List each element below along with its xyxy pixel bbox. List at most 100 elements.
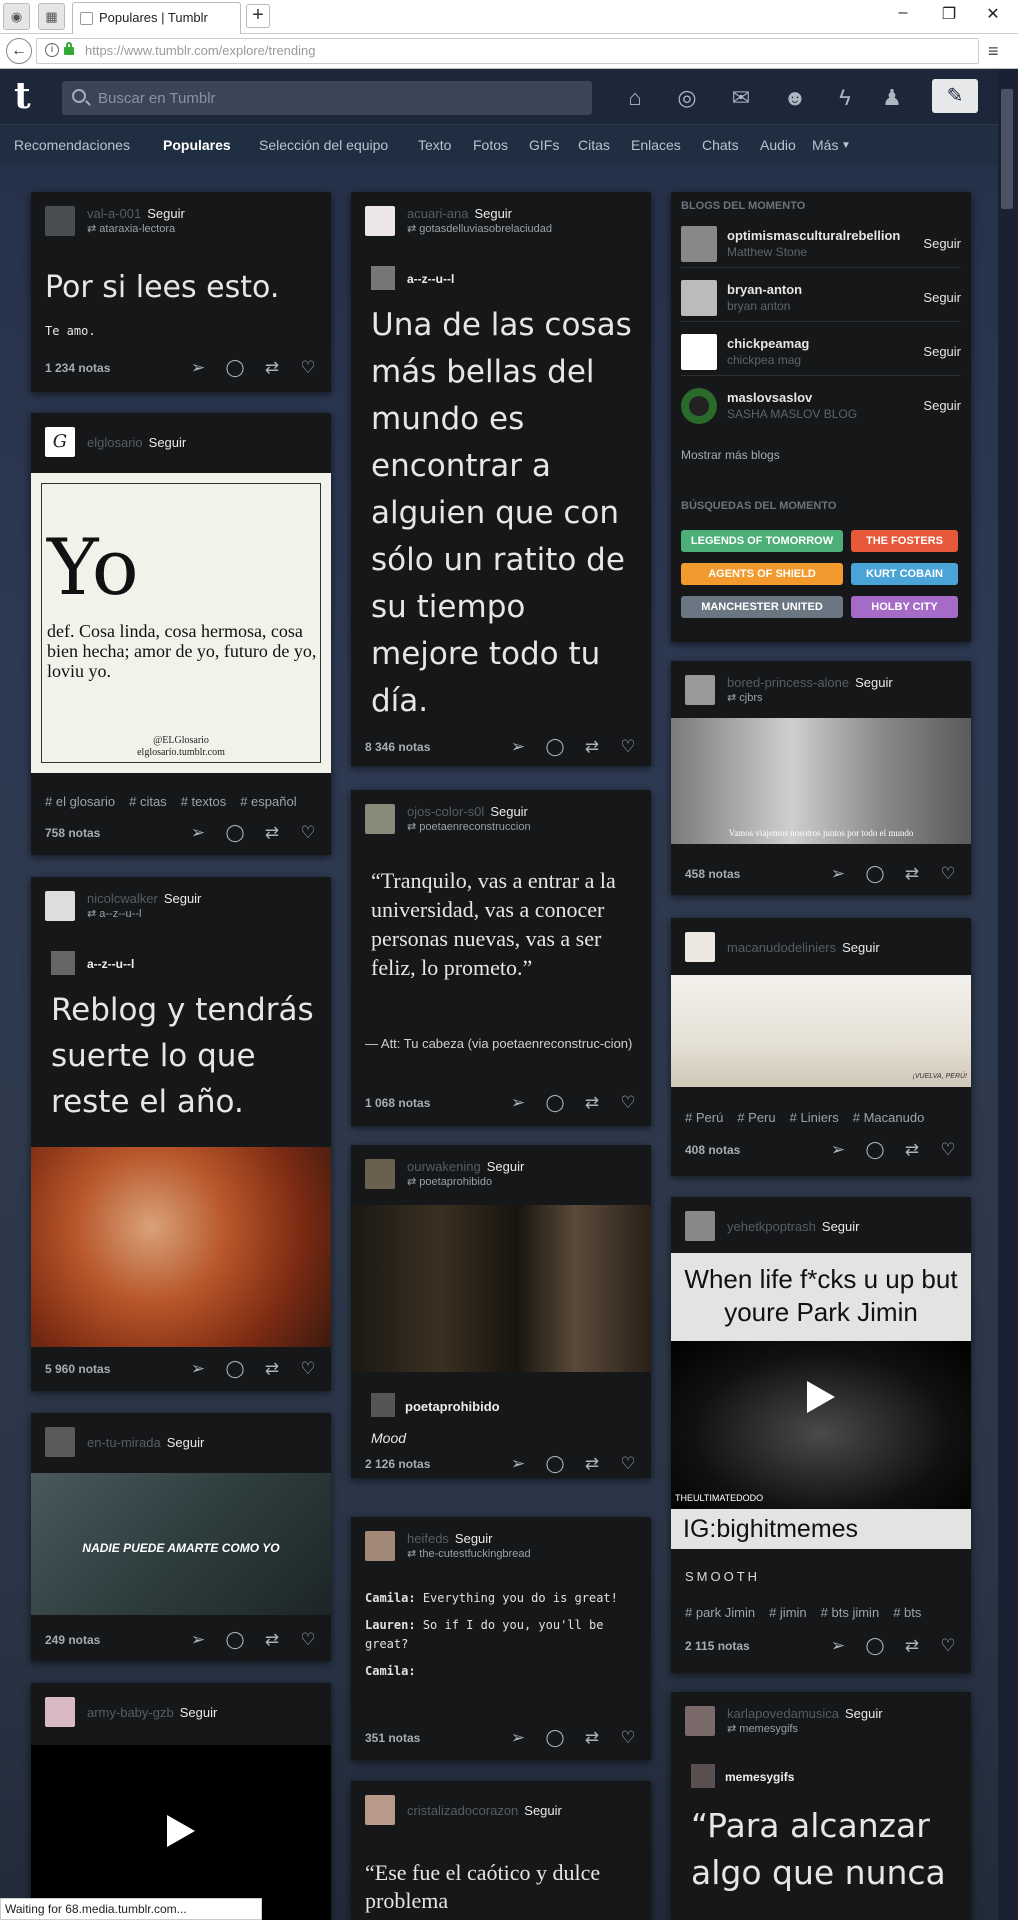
search-input[interactable]: Buscar en Tumblr <box>62 81 592 115</box>
browser-tab[interactable]: Populares | Tumblr <box>72 2 241 34</box>
menu-icon[interactable]: ≡ <box>988 41 1006 62</box>
chevron-down-icon[interactable]: ▼ <box>841 140 851 151</box>
post-username[interactable]: karlapovedamusica Seguir <box>727 1706 883 1721</box>
reply-icon[interactable]: ◯ <box>224 357 246 379</box>
follow-button[interactable]: Seguir <box>923 236 961 251</box>
ladybugs-photo[interactable] <box>31 1147 331 1347</box>
follow-button[interactable]: Seguir <box>855 675 893 690</box>
avatar[interactable] <box>371 1393 395 1417</box>
trending-search-pill[interactable]: MANCHESTER UNITED <box>681 596 843 618</box>
follow-button[interactable]: Seguir <box>149 435 187 450</box>
tag[interactable]: # citas <box>129 794 167 809</box>
tag[interactable]: # el glosario <box>45 794 115 809</box>
reblog-icon[interactable]: ⇄ <box>581 1727 603 1749</box>
reblog-icon[interactable]: ⇄ <box>261 822 283 844</box>
post-username[interactable]: yehetkpoptrash Seguir <box>727 1219 859 1234</box>
trending-search-pill[interactable]: AGENTS OF SHIELD <box>681 563 843 585</box>
reblog-source[interactable]: ⇄ poetaenreconstruccion <box>407 820 531 833</box>
notes-count[interactable]: 351 notas <box>365 1731 420 1745</box>
nav-populares[interactable]: Populares <box>163 137 231 153</box>
reply-icon[interactable]: ◯ <box>544 1727 566 1749</box>
reply-icon[interactable]: ◯ <box>864 1139 886 1161</box>
like-heart-icon[interactable]: ♡ <box>297 1358 319 1380</box>
reply-icon[interactable]: ◯ <box>544 736 566 758</box>
avatar[interactable] <box>365 804 395 834</box>
tumblr-logo[interactable]: t <box>14 78 44 114</box>
nav-enlaces[interactable]: Enlaces <box>631 137 681 153</box>
reblog-icon[interactable]: ⇄ <box>581 1092 603 1114</box>
follow-button[interactable]: Seguir <box>164 891 202 906</box>
post-image[interactable]: Vamos viajemos nosotros juntos por todo … <box>671 718 971 844</box>
reblog-username[interactable]: a--z--u--l <box>407 272 454 286</box>
reply-icon[interactable]: ◯ <box>224 1358 246 1380</box>
close-icon[interactable]: ✕ <box>978 4 1008 24</box>
trending-search-pill[interactable]: THE FOSTERS <box>851 530 958 552</box>
reblog-source[interactable]: ⇄ ataraxia-lectora <box>87 222 175 235</box>
reply-icon[interactable]: ◯ <box>864 863 886 885</box>
nav-recomendaciones[interactable]: Recomendaciones <box>14 137 130 153</box>
reblog-source[interactable]: ⇄ poetaprohibido <box>407 1175 492 1188</box>
avatar[interactable] <box>365 1795 395 1825</box>
reblog-icon[interactable]: ⇄ <box>261 1629 283 1651</box>
follow-button[interactable]: Seguir <box>490 804 528 819</box>
notes-count[interactable]: 249 notas <box>45 1633 100 1647</box>
reply-icon[interactable]: ◯ <box>544 1092 566 1114</box>
reblog-icon[interactable]: ⇄ <box>261 357 283 379</box>
avatar[interactable] <box>691 1764 715 1788</box>
share-icon[interactable]: ➢ <box>507 1727 529 1749</box>
tab-group-icon[interactable]: ◉ <box>3 3 30 30</box>
reblog-source[interactable]: ⇄ a--z--u--l <box>87 907 141 920</box>
home-icon[interactable]: ⌂ <box>620 83 650 113</box>
scrollbar-thumb[interactable] <box>1001 89 1013 209</box>
trending-blog-row[interactable]: maslovsaslov SASHA MASLOV BLOG Seguir <box>681 378 961 430</box>
reblog-username[interactable]: poetaprohibido <box>405 1399 500 1414</box>
post-username[interactable]: army-baby-gzb Seguir <box>87 1705 217 1720</box>
post-image[interactable]: ¡VUELVA, PERÚ! <box>671 975 971 1087</box>
avatar[interactable] <box>51 951 75 975</box>
notes-count[interactable]: 2 126 notas <box>365 1457 430 1471</box>
follow-button[interactable]: Seguir <box>923 398 961 413</box>
tag[interactable]: # textos <box>181 794 227 809</box>
notes-count[interactable]: 8 346 notas <box>365 740 430 754</box>
post-username[interactable]: en-tu-mirada Seguir <box>87 1435 204 1450</box>
tag[interactable]: # bts <box>893 1605 921 1620</box>
follow-button[interactable]: Seguir <box>923 290 961 305</box>
share-icon[interactable]: ➢ <box>187 1629 209 1651</box>
nav-fotos[interactable]: Fotos <box>473 137 508 153</box>
share-icon[interactable]: ➢ <box>827 863 849 885</box>
post-username[interactable]: macanudodeliniers Seguir <box>727 940 880 955</box>
reblog-source[interactable]: ⇄ gotasdelluviasobrelaciudad <box>407 222 552 235</box>
nav-audio[interactable]: Audio <box>760 137 796 153</box>
avatar[interactable] <box>365 1159 395 1189</box>
video-player[interactable]: THEULTIMATEDODO <box>671 1341 971 1509</box>
reblog-source[interactable]: ⇄ memesygifs <box>727 1722 798 1735</box>
reblog-icon[interactable]: ⇄ <box>901 1139 923 1161</box>
reply-icon[interactable]: ◯ <box>224 1629 246 1651</box>
nav-seleccion[interactable]: Selección del equipo <box>259 137 388 153</box>
explore-compass-icon[interactable]: ◎ <box>672 83 702 113</box>
notes-count[interactable]: 458 notas <box>685 867 740 881</box>
post-username[interactable]: cristalizadocorazon Seguir <box>407 1803 562 1818</box>
info-icon[interactable]: i <box>45 43 59 57</box>
like-heart-icon[interactable]: ♡ <box>617 1092 639 1114</box>
tag[interactable]: # Peru <box>737 1110 775 1125</box>
share-icon[interactable]: ➢ <box>187 357 209 379</box>
gif-image[interactable] <box>351 1205 651 1372</box>
avatar[interactable] <box>45 206 75 236</box>
notes-count[interactable]: 1 234 notas <box>45 361 110 375</box>
trending-blog-row[interactable]: bryan-anton bryan anton Seguir <box>681 270 961 322</box>
post-username[interactable]: acuari-ana Seguir <box>407 206 512 221</box>
like-heart-icon[interactable]: ♡ <box>617 736 639 758</box>
post-username[interactable]: bored-princess-alone Seguir <box>727 675 893 690</box>
reply-icon[interactable]: ◯ <box>544 1453 566 1475</box>
avatar[interactable] <box>685 932 715 962</box>
video-player[interactable] <box>31 1745 331 1920</box>
reblog-icon[interactable]: ⇄ <box>581 736 603 758</box>
follow-button[interactable]: Seguir <box>455 1531 493 1546</box>
reblog-icon[interactable]: ⇄ <box>901 863 923 885</box>
notes-count[interactable]: 408 notas <box>685 1143 740 1157</box>
trending-blog-row[interactable]: optimismasculturalrebellion Matthew Ston… <box>681 216 961 268</box>
play-icon[interactable] <box>807 1381 835 1413</box>
tag[interactable]: # jimin <box>769 1605 807 1620</box>
reblog-username[interactable]: a--z--u--l <box>87 957 134 971</box>
